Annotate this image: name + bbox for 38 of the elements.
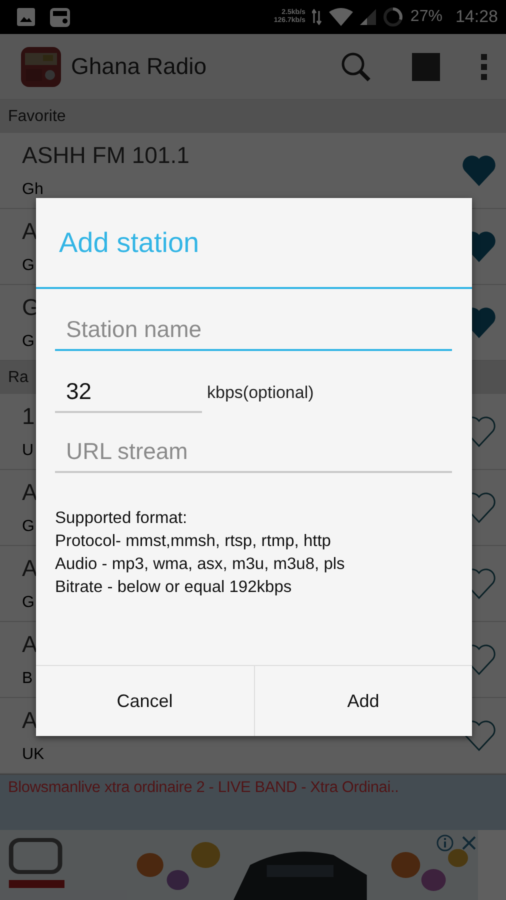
station-name: A xyxy=(22,631,38,658)
add-button[interactable]: Add xyxy=(254,666,472,736)
battery-icon xyxy=(383,7,404,27)
radio-logo-icon xyxy=(21,46,61,86)
wifi-icon xyxy=(329,8,354,26)
format-info-line: Protocol- mmst,mmsh, rtsp, rtmp, http xyxy=(55,531,332,552)
station-country: G xyxy=(22,333,34,351)
data-arrows-icon xyxy=(312,9,322,25)
signal-icon xyxy=(360,9,376,25)
clock: 14:28 xyxy=(455,7,498,27)
app-title: Ghana Radio xyxy=(71,53,207,80)
format-info-line: Audio - mp3, wma, asx, m3u, m3u8, pls xyxy=(55,554,346,575)
station-name: A xyxy=(22,555,38,582)
station-name: A xyxy=(22,218,38,245)
more-options-icon[interactable] xyxy=(480,52,488,80)
section-header: Favorite xyxy=(0,100,506,133)
station-name: ASHH FM 101.1 xyxy=(22,142,190,169)
radio-icon xyxy=(49,6,71,28)
station-country: U xyxy=(22,442,34,460)
station-country: G xyxy=(22,518,34,536)
image-icon xyxy=(16,7,36,27)
station-country: G xyxy=(22,257,34,275)
station-name: A xyxy=(22,707,38,734)
station-country: B xyxy=(22,670,33,688)
station-name: 1 xyxy=(22,403,35,430)
format-info-line: Bitrate - below or equal 192kbps xyxy=(55,577,293,598)
station-country: UK xyxy=(22,746,44,764)
format-info-line: Supported format: xyxy=(55,508,188,529)
station-country: G xyxy=(22,594,34,612)
now-playing-text: Blowsmanlive xtra ordinaire 2 - LIVE BAND - Xtra Ordinai.. xyxy=(8,779,399,796)
bitrate-field[interactable]: 32 xyxy=(55,369,202,413)
station-name-field[interactable]: Station name xyxy=(55,307,452,351)
station-country: Gh xyxy=(22,181,44,199)
dialog-title: Add station xyxy=(36,198,472,289)
battery-level: 27% xyxy=(410,8,442,26)
search-icon[interactable] xyxy=(340,50,372,82)
url-stream-field[interactable]: URL stream xyxy=(55,429,452,473)
station-name: A xyxy=(22,479,38,506)
